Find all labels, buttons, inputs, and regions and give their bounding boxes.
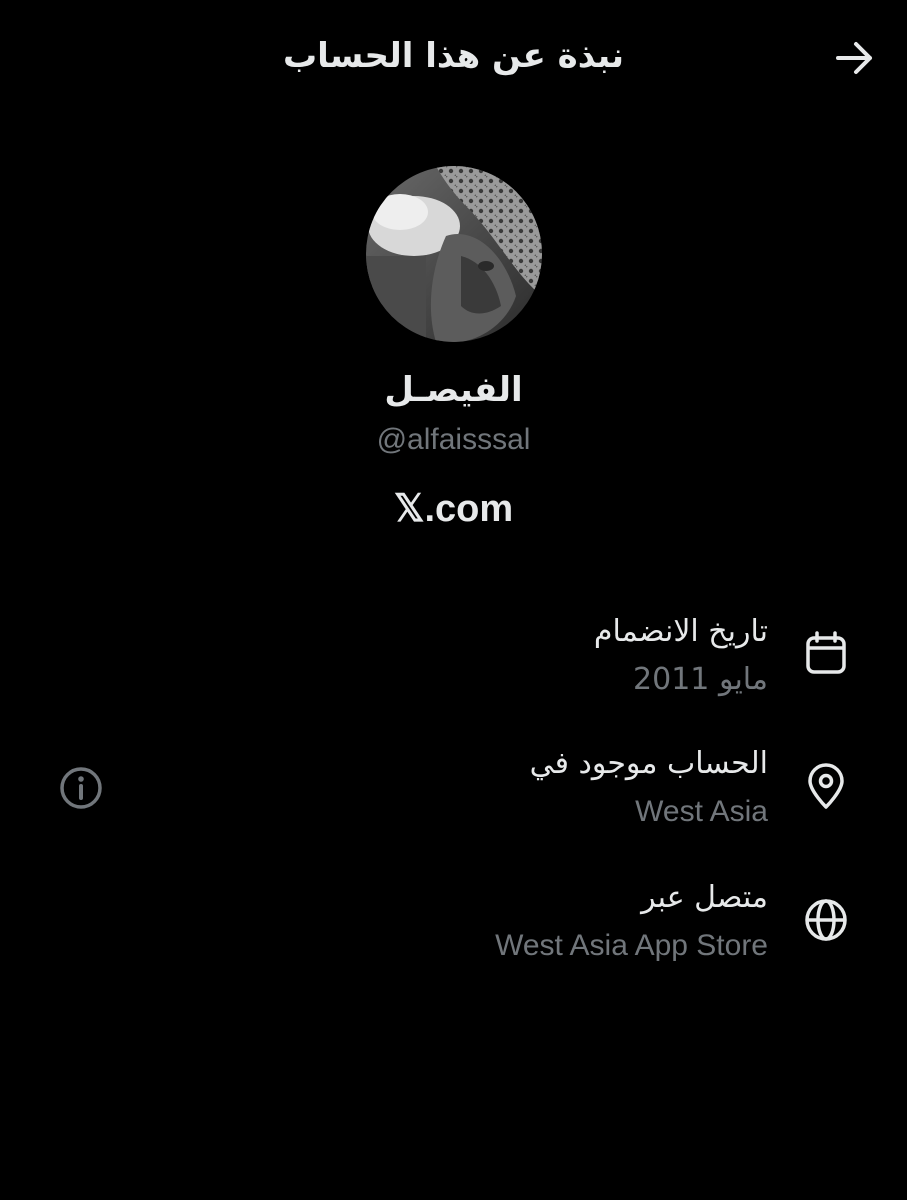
globe-icon xyxy=(800,894,852,946)
connected-via-value: West Asia App Store xyxy=(495,929,768,962)
arrow-right-icon xyxy=(836,42,872,74)
joined-date-row: تاريخ الانضمام مايو 2011 xyxy=(0,608,907,718)
page-title: نبذة عن هذا الحساب xyxy=(282,36,624,76)
user-handle: @alfaisssal xyxy=(376,423,531,456)
joined-date-value: مايو 2011 xyxy=(633,662,768,697)
connected-via-row: متصل عبر West Asia App Store xyxy=(0,874,907,984)
avatar-photo xyxy=(366,166,542,342)
site-link[interactable]: 𝕏.com xyxy=(0,482,907,536)
avatar[interactable] xyxy=(366,166,542,342)
info-button[interactable] xyxy=(58,765,104,811)
account-location-row: الحساب موجود في West Asia xyxy=(0,740,907,850)
connected-via-label: متصل عبر xyxy=(641,880,768,915)
info-icon xyxy=(60,767,102,809)
joined-date-label: تاريخ الانضمام xyxy=(593,614,768,649)
account-location-label: الحساب موجود في xyxy=(529,746,768,781)
display-name: الفيصـل xyxy=(384,370,523,410)
account-location-value: West Asia xyxy=(635,795,768,828)
location-pin-icon xyxy=(800,760,852,812)
back-button[interactable] xyxy=(830,38,878,78)
calendar-icon xyxy=(800,628,852,680)
